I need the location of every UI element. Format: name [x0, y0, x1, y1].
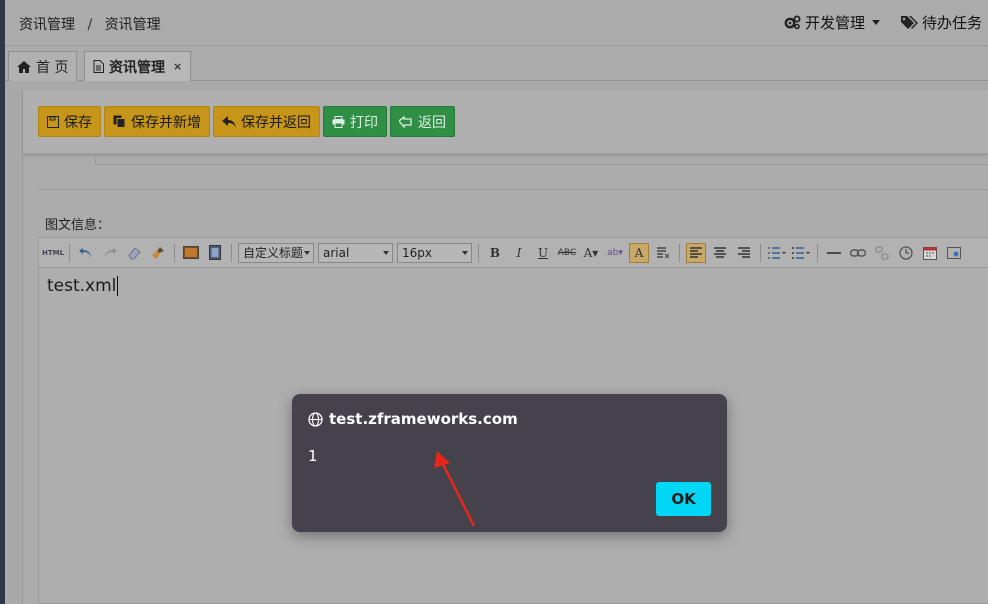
- redo-icon[interactable]: [100, 243, 120, 263]
- print-label: 打印: [350, 114, 378, 131]
- font-size-value: 16px: [402, 245, 432, 260]
- unlink-icon[interactable]: [872, 243, 892, 263]
- heading-select[interactable]: 自定义标题: [238, 242, 314, 263]
- ok-button[interactable]: OK: [656, 482, 711, 516]
- heading-select-value: 自定义标题: [243, 246, 304, 260]
- font-size-select[interactable]: 16px: [397, 242, 472, 263]
- align-left-icon[interactable]: [686, 242, 706, 263]
- horizontal-rule-icon[interactable]: [824, 243, 844, 263]
- toolbar-separator: [174, 243, 175, 262]
- save-button[interactable]: 保存: [38, 106, 101, 137]
- underline-icon[interactable]: U: [533, 243, 553, 263]
- breadcrumb: 资讯管理 / 资讯管理: [19, 14, 161, 34]
- dev-manage-label: 开发管理: [804, 14, 865, 32]
- save-and-return-button[interactable]: 保存并返回: [213, 106, 320, 137]
- gears-icon: [784, 15, 801, 30]
- breadcrumb-item[interactable]: 资讯管理: [19, 17, 75, 33]
- divider: [37, 189, 988, 190]
- rich-text-label: 图文信息：: [45, 218, 111, 233]
- clock-icon[interactable]: [896, 243, 916, 263]
- action-toolbar: 保存 保存并新增 保存并返回 打印 返回: [23, 90, 988, 154]
- font-family-value: arial: [323, 245, 350, 260]
- undo-icon[interactable]: [76, 243, 96, 263]
- breadcrumb-current: 资讯管理: [104, 17, 161, 33]
- toolbar-separator: [817, 243, 818, 262]
- globe-icon: [308, 411, 323, 427]
- copy-icon: [113, 115, 126, 128]
- emoticon-icon[interactable]: [944, 243, 964, 263]
- font-color-icon[interactable]: A▾: [581, 243, 601, 263]
- auto-format-icon[interactable]: A: [629, 242, 649, 263]
- form-field-border: [95, 154, 988, 165]
- back-button[interactable]: 返回: [390, 106, 455, 137]
- toolbar-separator: [760, 243, 761, 262]
- save-and-new-button[interactable]: 保存并新增: [104, 106, 210, 137]
- html-source-icon[interactable]: HTML: [42, 243, 64, 263]
- toolbar-separator: [679, 243, 680, 262]
- tab-bar: 首 页 资讯管理 ×: [5, 46, 988, 81]
- document-icon: [93, 60, 104, 73]
- italic-icon[interactable]: I: [509, 243, 529, 263]
- top-bar: 资讯管理 / 资讯管理 开发管理 待办任务: [5, 0, 988, 46]
- strikethrough-icon[interactable]: ABC: [557, 243, 577, 263]
- todo-label: 待办任务: [921, 14, 982, 32]
- chevron-down-icon: [871, 20, 880, 25]
- highlight-color-icon[interactable]: ab▾: [605, 243, 625, 263]
- align-right-icon[interactable]: [734, 243, 754, 263]
- dialog-title: test.zframeworks.com: [308, 410, 518, 428]
- left-sidebar-edge: [0, 0, 5, 604]
- tags-icon: [900, 16, 918, 29]
- breadcrumb-separator: /: [87, 17, 93, 33]
- reply-icon: [222, 115, 236, 128]
- todo-menu[interactable]: 待办任务: [900, 12, 982, 33]
- print-button[interactable]: 打印: [323, 106, 387, 137]
- chevron-down-icon: [304, 250, 310, 255]
- tab-home-label: 首 页: [36, 59, 69, 76]
- align-center-icon[interactable]: [710, 243, 730, 263]
- calendar-icon[interactable]: [920, 243, 940, 263]
- floppy-icon: [47, 115, 59, 128]
- save-and-new-label: 保存并新增: [131, 114, 201, 131]
- printer-icon: [332, 115, 345, 128]
- toolbar-separator: [231, 243, 232, 262]
- format-brush-icon[interactable]: [148, 243, 168, 263]
- dialog-origin: test.zframeworks.com: [329, 410, 518, 428]
- tab-news-label: 资讯管理: [109, 59, 165, 76]
- home-icon: [17, 60, 31, 73]
- save-label: 保存: [64, 114, 92, 131]
- editor-content[interactable]: test.xml: [47, 276, 119, 296]
- tab-home[interactable]: 首 页: [8, 51, 78, 81]
- link-icon[interactable]: [848, 243, 868, 263]
- ordered-list-icon[interactable]: [767, 243, 787, 263]
- font-family-select[interactable]: arial: [318, 242, 393, 263]
- back-label: 返回: [418, 114, 446, 131]
- video-icon[interactable]: [205, 243, 225, 263]
- editor-toolbar: HTML 自定义标题 arial 16px B I U ABC A▾ ab▾ A: [39, 238, 988, 268]
- editor-text: test.xml: [47, 276, 117, 296]
- clear-format-icon[interactable]: [653, 243, 673, 263]
- image-icon[interactable]: [181, 243, 201, 263]
- close-icon[interactable]: ×: [173, 60, 182, 73]
- text-cursor: [117, 276, 119, 296]
- unordered-list-icon[interactable]: [791, 243, 811, 263]
- chevron-down-icon: [462, 250, 468, 255]
- alert-dialog: test.zframeworks.com 1 OK: [292, 394, 727, 532]
- toolbar-separator: [478, 243, 479, 262]
- hand-left-icon: [399, 115, 412, 128]
- save-and-return-label: 保存并返回: [241, 114, 311, 131]
- chevron-down-icon: [383, 250, 389, 255]
- dialog-message: 1: [308, 447, 318, 465]
- bold-icon[interactable]: B: [485, 243, 505, 263]
- eraser-icon[interactable]: [124, 243, 144, 263]
- dev-manage-menu[interactable]: 开发管理: [784, 12, 880, 33]
- toolbar-separator: [69, 243, 70, 262]
- tab-news-manage[interactable]: 资讯管理 ×: [84, 51, 192, 81]
- top-menu: 开发管理 待办任务: [784, 12, 982, 33]
